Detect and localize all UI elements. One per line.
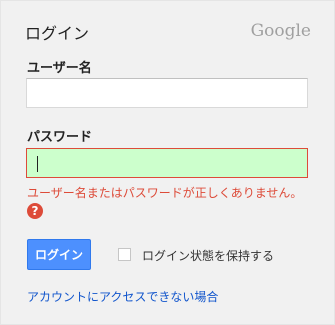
card-header: ログイン Google — [25, 20, 311, 44]
error-message: ユーザー名またはパスワードが正しくありません。 — [27, 186, 303, 200]
username-input[interactable] — [26, 78, 308, 108]
password-label: パスワード — [27, 130, 93, 145]
text-caret — [37, 156, 38, 172]
signin-button[interactable]: ログイン — [27, 239, 91, 270]
google-logo: Google — [250, 21, 311, 41]
help-question-icon[interactable]: ? — [27, 203, 43, 219]
page-title: ログイン — [25, 24, 90, 43]
signin-card: ログイン Google ユーザー名 パスワード ユーザー名またはパスワードが正し… — [0, 0, 335, 325]
username-label: ユーザー名 — [27, 61, 92, 76]
stay-signed-in-checkbox[interactable] — [118, 248, 131, 261]
password-input[interactable] — [26, 148, 308, 178]
cant-access-account-link[interactable]: アカウントにアクセスできない場合 — [27, 288, 218, 305]
stay-signed-in-label[interactable]: ログイン状態を保持する — [142, 247, 274, 264]
